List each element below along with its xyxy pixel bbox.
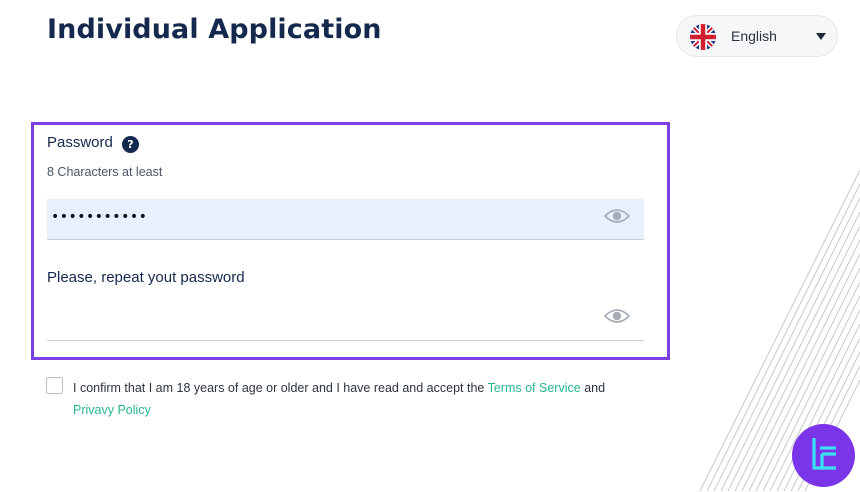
- brand-logo-icon: [792, 424, 855, 487]
- show-password-eye-icon[interactable]: [603, 208, 631, 224]
- repeat-password-label: Please, repeat yout password: [47, 269, 245, 286]
- consent-text: I confirm that I am 18 years of age or o…: [73, 377, 643, 421]
- password-hint: 8 Characters at least: [47, 165, 163, 179]
- password-input[interactable]: •••••••••••: [47, 199, 644, 240]
- uk-flag-icon: [690, 24, 716, 50]
- show-repeat-password-eye-icon[interactable]: [603, 308, 631, 324]
- terms-of-service-link[interactable]: Terms of Service: [488, 381, 581, 395]
- help-icon[interactable]: ?: [122, 136, 139, 153]
- language-label: English: [731, 28, 777, 44]
- chevron-down-icon: [816, 33, 826, 40]
- password-label: Password: [47, 134, 113, 151]
- consent-checkbox[interactable]: [46, 377, 63, 394]
- language-selector[interactable]: English: [676, 15, 838, 57]
- repeat-password-input[interactable]: [47, 299, 644, 341]
- privacy-policy-link[interactable]: Privavy Policy: [73, 403, 151, 417]
- consent-text-before: I confirm that I am 18 years of age or o…: [73, 381, 485, 395]
- consent-and: and: [584, 381, 606, 395]
- password-masked-value: •••••••••••: [51, 209, 148, 225]
- page-title: Individual Application: [47, 14, 382, 45]
